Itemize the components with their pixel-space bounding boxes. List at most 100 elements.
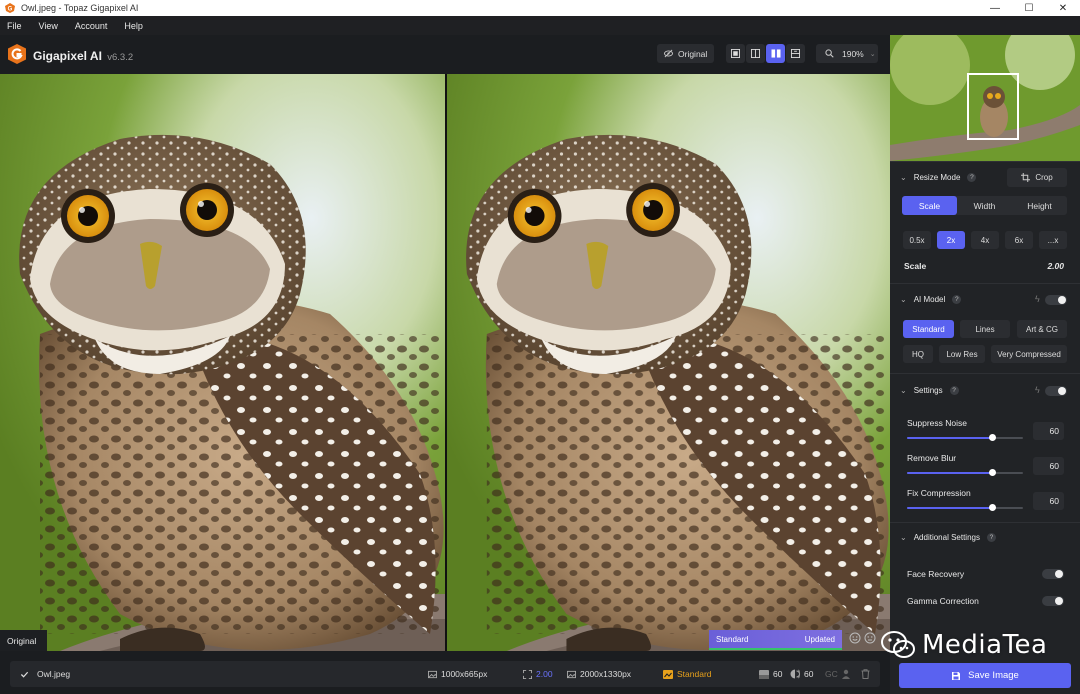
chevron-down-icon: ⌄ [900, 173, 907, 182]
fix-compression-slider[interactable] [907, 504, 1023, 511]
scale-0-5x-button[interactable]: 0.5x [903, 231, 931, 249]
noise-value: 60 [773, 669, 783, 679]
maximize-button[interactable]: ☐ [1012, 0, 1046, 16]
help-icon[interactable]: ? [967, 173, 977, 182]
slider-handle[interactable] [989, 469, 996, 476]
tab-height[interactable]: Height [1012, 196, 1067, 215]
show-original-button[interactable]: Original [657, 44, 714, 63]
lightning-icon: ϟ [1035, 385, 1040, 395]
model-lines-button[interactable]: Lines [960, 320, 1010, 338]
scale-6x-button[interactable]: 6x [1005, 231, 1033, 249]
scale-2x-button[interactable]: 2x [937, 231, 965, 249]
neutral-face-icon[interactable] [864, 632, 876, 644]
save-image-label: Save Image [968, 670, 1019, 681]
lightning-icon: ϟ [1035, 294, 1040, 304]
slider-handle[interactable] [989, 504, 996, 511]
chevron-down-icon: ⌄ [869, 50, 876, 58]
crop-label: Crop [1035, 173, 1053, 182]
checkmark-icon[interactable] [20, 670, 29, 679]
scale-custom-button[interactable]: ...x [1039, 231, 1067, 249]
model-low-res-button[interactable]: Low Res [939, 345, 985, 363]
remove-blur-slider[interactable] [907, 469, 1023, 476]
brand-label: Gigapixel AI [33, 49, 102, 63]
menu-bar: File View Account Help [0, 16, 1080, 35]
crop-button[interactable]: Crop [1007, 168, 1067, 187]
settings-header[interactable]: ⌄ Settings ? [900, 386, 959, 395]
blur-value: 60 [804, 669, 814, 679]
processed-preview[interactable] [447, 74, 890, 651]
owl-original-image [0, 74, 445, 651]
suppress-noise-slider[interactable] [907, 434, 1023, 441]
view-grid-button[interactable] [786, 44, 805, 63]
resize-mode-header[interactable]: ⌄ Resize Mode ? [900, 173, 977, 182]
gamma-correction-toggle[interactable] [1042, 596, 1064, 606]
face-indicator [841, 661, 855, 687]
output-size: 2000x1330px [567, 661, 631, 687]
file-entry[interactable]: Owl.jpeg [20, 661, 70, 687]
status-state: Updated [804, 634, 835, 644]
version-label: v6.3.2 [107, 52, 134, 63]
slider-handle[interactable] [989, 434, 996, 441]
model-standard-button[interactable]: Standard [903, 320, 954, 338]
remove-file-button[interactable] [861, 661, 874, 687]
zoom-icon [825, 49, 834, 58]
smile-icon[interactable] [849, 632, 861, 644]
original-preview[interactable] [0, 74, 445, 651]
menu-account[interactable]: Account [75, 21, 108, 31]
fix-compression-input[interactable]: 60 [1033, 492, 1064, 510]
input-size-value: 1000x665px [441, 669, 488, 679]
menu-file[interactable]: File [7, 21, 22, 31]
single-view-icon [731, 49, 740, 58]
face-recovery-toggle[interactable] [1042, 569, 1064, 579]
save-icon [952, 671, 961, 680]
menu-view[interactable]: View [39, 21, 58, 31]
help-icon[interactable]: ? [986, 533, 996, 542]
original-button-label: Original [678, 48, 708, 59]
save-image-button[interactable]: Save Image [899, 663, 1071, 688]
minimize-button[interactable]: — [978, 0, 1012, 16]
view-single-button[interactable] [726, 44, 745, 63]
help-icon[interactable]: ? [952, 295, 962, 304]
scale-value[interactable]: 2.00 [1040, 261, 1064, 271]
sidebar-separator [890, 522, 1080, 523]
window-title: Owl.jpeg - Topaz Gigapixel AI [21, 3, 139, 13]
svg-text:G: G [8, 7, 13, 13]
view-split-button[interactable] [746, 44, 765, 63]
model-used: Standard [663, 661, 712, 687]
chevron-down-icon: ⌄ [900, 295, 907, 304]
right-sidebar: ⌄ Resize Mode ? Crop Scale Width Height … [890, 35, 1080, 694]
ai-model-auto-toggle[interactable] [1045, 295, 1067, 305]
navigator-thumbnail[interactable] [890, 35, 1080, 161]
resize-mode-tabs: Scale Width Height [902, 196, 1067, 215]
additional-settings-header[interactable]: ⌄ Additional Settings ? [900, 533, 996, 542]
file-row[interactable]: Owl.jpeg 1000x665px 2.00 2000x1330px Sta… [10, 661, 880, 687]
tab-width[interactable]: Width [957, 196, 1012, 215]
scale-4x-button[interactable]: 4x [971, 231, 999, 249]
split-view-icon [751, 49, 760, 58]
settings-auto-toggle[interactable] [1045, 386, 1067, 396]
model-hq-button[interactable]: HQ [903, 345, 933, 363]
toolbar: Gigapixel AI v6.3.2 Original 190% ⌄ [0, 35, 890, 74]
model-very-compressed-button[interactable]: Very Compressed [991, 345, 1067, 363]
remove-blur-label: Remove Blur [907, 453, 957, 463]
model-icon [663, 669, 673, 679]
remove-blur-input[interactable]: 60 [1033, 457, 1064, 475]
original-pane-label: Original [0, 630, 47, 651]
tab-scale[interactable]: Scale [902, 196, 957, 215]
face-recovery-label: Face Recovery [907, 569, 965, 579]
navigator-viewport-frame[interactable] [967, 73, 1019, 140]
suppress-noise-input[interactable]: 60 [1033, 422, 1064, 440]
zoom-select[interactable]: 190% ⌄ [816, 44, 878, 63]
fix-compression-label: Fix Compression [907, 488, 971, 498]
slider-fill [907, 472, 992, 474]
ai-model-header[interactable]: ⌄ AI Model ? [900, 295, 962, 304]
menu-help[interactable]: Help [124, 21, 143, 31]
help-icon[interactable]: ? [949, 386, 959, 395]
sidebar-separator [890, 283, 1080, 284]
noise-setting: 60 [759, 661, 782, 687]
model-art-cg-button[interactable]: Art & CG [1017, 320, 1067, 338]
noise-icon [759, 669, 769, 679]
close-button[interactable]: ✕ [1046, 0, 1080, 16]
blur-icon [790, 669, 800, 679]
view-side-by-side-button[interactable] [766, 44, 785, 63]
